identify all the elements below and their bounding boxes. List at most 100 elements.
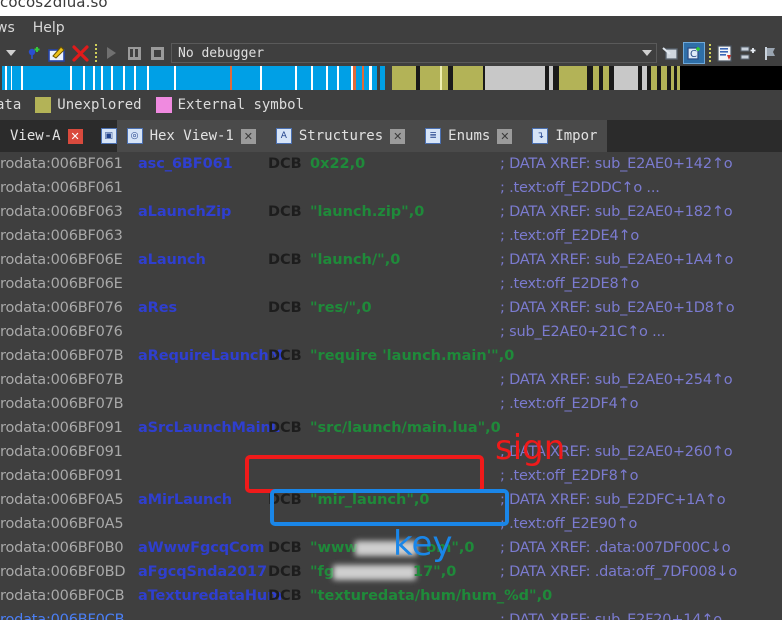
navigator-segment [85,66,93,90]
menu-bar: ws Help [0,16,782,40]
line-address: rodata:006BF07B [0,348,124,364]
pause-icon[interactable] [123,42,145,64]
line-operand-tail[interactable]: _om",0 [419,536,474,560]
listing-line[interactable]: rodata:006BF0A5 aMirLaunch DCB "mir_launch"… [0,488,782,512]
menu-item-help[interactable]: Help [24,18,74,38]
close-icon[interactable]: ✕ [240,128,256,144]
step-into-icon[interactable]: C [683,42,705,64]
line-operand[interactable]: "fg [310,560,334,584]
line-operand[interactable]: "res/",0 [310,296,372,320]
add-breakpoint-icon[interactable] [23,42,45,64]
line-label[interactable]: aRequireLaunchM [138,344,283,368]
listing-line[interactable]: rodata:006BF06E ; .text:off_E2DE8↑o [0,272,782,296]
line-address: rodata:006BF091 [0,444,123,460]
enums-icon: ≣ [425,128,442,144]
line-operand[interactable]: "mir_launch",0 [310,488,430,512]
menu-item-windows[interactable]: ws [0,18,24,38]
listing-line[interactable]: rodata:006BF07B ; DATA XREF: sub_E2AE0+25… [0,368,782,392]
line-address: rodata:006BF063 [0,228,123,244]
line-operand[interactable]: "www [310,536,358,560]
legend-entry-external-symbol: External symbol [155,97,305,113]
listing-line[interactable]: rodata:006BF0A5 ; .text:off_E2E90↑o [0,512,782,536]
listing-line[interactable]: rodata:006BF091 ; DATA XREF: sub_E2AE0+26… [0,440,782,464]
line-label[interactable]: aLaunch [138,248,206,272]
line-label[interactable]: aFgcqSnda2017 [138,560,267,584]
line-comment: ; .text:off_E2DF4↑o [500,396,639,412]
listing-line[interactable]: rodata:006BF091 aSrcLaunchMainL DCB "src/la… [0,416,782,440]
line-label[interactable]: aRes [138,296,177,320]
line-label[interactable]: aMirLaunch [138,488,232,512]
line-comment: ; DATA XREF: sub_E2AE0+1A4↑o [500,252,734,268]
listing-line[interactable]: rodata:006BF0B0 aWwwFgcqCom DCB "www _om",0;… [0,536,782,560]
tab-hex-view-1[interactable]: ◎ Hex View-1 ✕ [116,120,266,152]
line-comment: ; .text:off_E2E90↑o [500,516,638,532]
close-icon[interactable]: ✕ [497,128,513,144]
listing-line[interactable]: rodata:006BF076 aRes DCB "res/",0 ; DATA XRE… [0,296,782,320]
line-label[interactable]: aSrcLaunchMainL [138,416,280,440]
line-label[interactable]: asc_6BF061 [138,152,233,176]
navigator-segment [232,66,260,90]
line-operand[interactable]: "src/launch/main.lua",0 [310,416,501,440]
navigator-segment [313,66,326,90]
listing-line[interactable]: rodata:006BF076 ; sub_E2AE0+21C↑o ... [0,320,782,344]
step-out-icon[interactable] [660,42,682,64]
delete-icon[interactable] [69,42,91,64]
line-operand[interactable]: "texturedata/hum/hum_%d",0 [310,584,552,608]
listing-line[interactable]: rodata:006BF0BD aFgcqSnda2017 DCB "fg 17",0;… [0,560,782,584]
navigator-segment [453,66,483,90]
legend-label-external-symbol: External symbol [177,97,305,113]
play-icon[interactable] [100,42,122,64]
debugger-select[interactable]: No debugger [171,43,657,63]
line-comment: ; sub_E2AE0+21C↑o ... [500,324,666,340]
navigator-segment [12,66,21,90]
navigator-band[interactable] [0,66,782,90]
chevron-down-icon[interactable] [0,42,22,64]
listing-line[interactable]: rodata:006BF07B aRequireLaunchM DCB "requir… [0,344,782,368]
listing-line[interactable]: rodata:006BF061 asc_6BF061 DCB 0x22,0 ; DATA… [0,152,782,176]
close-icon[interactable]: ✕ [390,128,406,144]
line-operand[interactable]: "require 'launch.main'",0 [310,344,514,368]
line-operand-tail[interactable]: 17",0 [413,560,456,584]
navigator-segment [262,66,295,90]
listing-line[interactable]: rodata:006BF063 ; .text:off_E2DE4↑o [0,224,782,248]
line-address: rodata:006BF061 [0,156,123,172]
legend-swatch-external-symbol [155,97,172,113]
tab-impor[interactable]: ↴ Impor [522,120,608,152]
line-address: rodata:006BF0B0 [0,540,124,556]
edit-icon[interactable] [46,42,68,64]
disassembly-listing[interactable]: rodata:006BF061 asc_6BF061 DCB 0x22,0 ; DATA… [0,152,782,620]
line-label[interactable]: aTexturedataHum [138,584,282,608]
listing-line[interactable]: rodata:006BF0CB aTexturedataHum DCB "textur… [0,584,782,608]
line-mnemonic: DCB [268,540,302,556]
line-operand[interactable]: "launch/",0 [310,248,400,272]
tab-enums[interactable]: ≣ Enums ✕ [415,120,523,152]
stop-icon[interactable] [146,42,168,64]
line-label[interactable]: aWwwFgcqCom [138,536,265,560]
line-operand[interactable]: "launch.zip",0 [310,200,424,224]
listing-line[interactable]: rodata:006BF0CB ; DATA XREF: sub_E2F20+14… [0,608,782,620]
listing-line[interactable]: rodata:006BF06E aLaunch DCB "launch/",0 ; DA… [0,248,782,272]
line-label[interactable]: aLaunchZip [138,200,231,224]
add-item-icon[interactable] [737,42,759,64]
navigator-segment [614,66,638,90]
listing-line[interactable]: rodata:006BF061 ; .text:off_E2DDC↑o ... [0,176,782,200]
tab-structures[interactable]: A Structures ✕ [265,120,416,152]
hex-view-icon: ◎ [126,128,143,144]
navigator-segment [485,66,545,90]
tab-label: Enums [448,128,491,144]
legend-swatch-unexplored [35,97,52,113]
line-operand[interactable]: 0x22,0 [310,152,365,176]
imports-icon: ↴ [532,128,549,144]
tab-view-a[interactable]: View-A ✕ [0,120,93,152]
chevron-down-icon[interactable] [638,44,656,62]
listing-line[interactable]: rodata:006BF091 ; .text:off_E2DF8↑o [0,464,782,488]
listing-line[interactable]: rodata:006BF063 aLaunchZip DCB "launch.zip"… [0,200,782,224]
navigator-segment [420,66,440,90]
line-address: rodata:006BF076 [0,324,123,340]
toolbar-separator [92,43,99,63]
listing-line[interactable]: rodata:006BF07B ; .text:off_E2DF4↑o [0,392,782,416]
list-icon[interactable] [714,42,736,64]
flag-icon[interactable] [760,42,782,64]
close-icon[interactable]: ✕ [67,128,83,144]
line-address: rodata:006BF06E [0,276,123,292]
